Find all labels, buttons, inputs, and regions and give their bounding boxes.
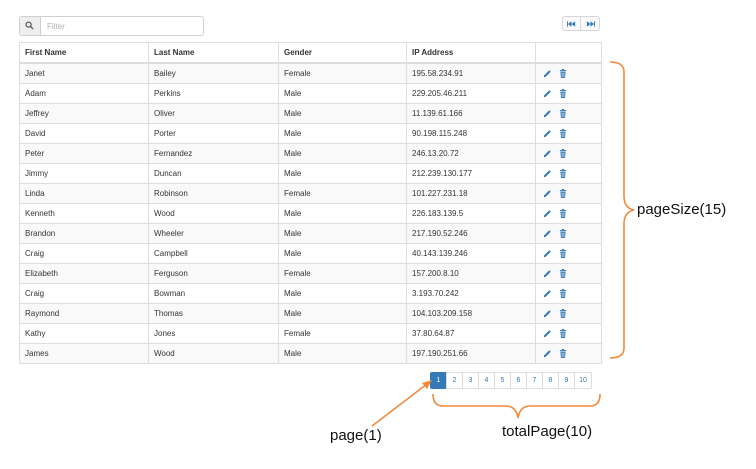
page-label: page(1) <box>330 427 382 444</box>
total-page-brace <box>432 393 601 419</box>
total-page-label: totalPage(10) <box>502 423 593 440</box>
page-size-brace <box>609 61 635 359</box>
page-arrow <box>371 383 428 427</box>
annotation-overlay <box>371 61 635 427</box>
page-size-label: pageSize(15) <box>637 201 727 218</box>
